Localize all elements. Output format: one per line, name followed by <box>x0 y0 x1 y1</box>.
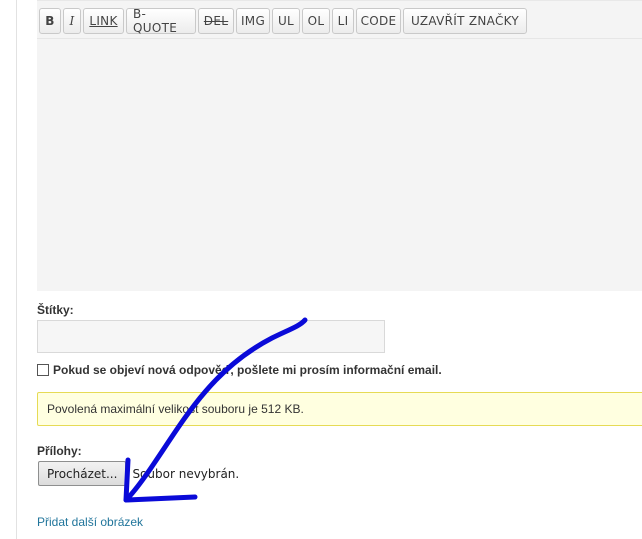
notify-option: Pokud se objeví nová odpověď, pošlete mi… <box>37 363 442 377</box>
file-status: Soubor nevybrán. <box>132 466 240 481</box>
link-button[interactable]: LINK <box>83 8 124 34</box>
ol-button[interactable]: OL <box>302 8 330 34</box>
file-size-notice-text: Povolená maximální velikost souboru je 5… <box>47 402 304 416</box>
attachments-label: Přílohy: <box>37 444 82 458</box>
page-left-border <box>16 0 17 539</box>
blockquote-button[interactable]: B-QUOTE <box>126 7 196 35</box>
post-editor: B I LINK B-QUOTE DEL IMG UL OL LI CODE U… <box>37 0 642 291</box>
bold-button[interactable]: B <box>39 8 61 34</box>
close-tags-button[interactable]: UZAVŘÍT ZNAČKY <box>403 8 527 34</box>
file-upload: Procházet... Soubor nevybrán. <box>38 461 239 486</box>
browse-button[interactable]: Procházet... <box>38 461 127 486</box>
italic-button[interactable]: I <box>63 8 81 34</box>
quicktags-toolbar: B I LINK B-QUOTE DEL IMG UL OL LI CODE U… <box>39 7 527 35</box>
notify-label[interactable]: Pokud se objeví nová odpověď, pošlete mi… <box>53 363 442 377</box>
li-button[interactable]: LI <box>332 8 354 34</box>
del-button[interactable]: DEL <box>198 8 234 34</box>
img-button[interactable]: IMG <box>236 8 270 34</box>
file-size-notice: Povolená maximální velikost souboru je 5… <box>37 392 642 426</box>
add-image-link[interactable]: Přidat další obrázek <box>37 515 143 529</box>
tags-input[interactable] <box>37 320 385 353</box>
editor-textarea[interactable] <box>37 39 642 291</box>
tags-label: Štítky: <box>37 303 74 317</box>
code-button[interactable]: CODE <box>356 8 401 34</box>
notify-checkbox[interactable] <box>37 364 49 376</box>
ul-button[interactable]: UL <box>272 8 300 34</box>
